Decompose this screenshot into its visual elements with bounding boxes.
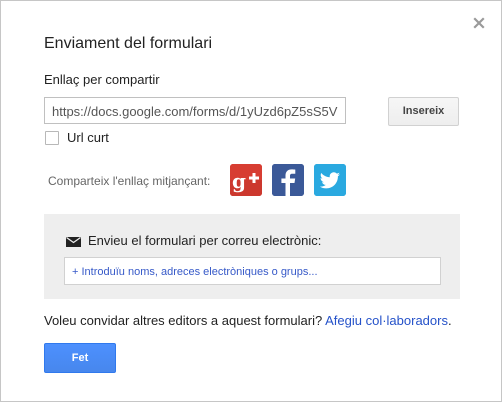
done-button[interactable]: Fet bbox=[44, 343, 116, 373]
invite-question: Voleu convidar altres editors a aquest f… bbox=[44, 313, 323, 328]
invite-editors-text: Voleu convidar altres editors a aquest f… bbox=[44, 313, 452, 328]
mail-icon bbox=[66, 237, 81, 247]
share-form-dialog: Enviament del formulari Enllaç per compa… bbox=[0, 0, 502, 402]
email-share-panel: Envieu el formulari per correu electròni… bbox=[44, 214, 460, 299]
insert-button[interactable]: Insereix bbox=[388, 97, 459, 126]
add-collaborators-link[interactable]: Afegiu col·laboradors bbox=[325, 313, 448, 328]
google-plus-icon[interactable]: g bbox=[230, 164, 262, 196]
share-link-label: Enllaç per compartir bbox=[44, 72, 160, 87]
recipients-input[interactable]: + Introduïu noms, adreces electròniques … bbox=[64, 257, 441, 285]
share-url-field[interactable]: https://docs.google.com/forms/d/1yUzd6pZ… bbox=[44, 97, 346, 124]
dialog-title: Enviament del formulari bbox=[44, 35, 213, 52]
short-url-checkbox[interactable] bbox=[45, 131, 59, 145]
svg-text:g: g bbox=[232, 169, 246, 193]
invite-suffix: . bbox=[447, 313, 452, 328]
close-icon[interactable] bbox=[471, 15, 487, 31]
share-via-label: Comparteix l'enllaç mitjançant: bbox=[48, 174, 211, 188]
email-share-label: Envieu el formulari per correu electròni… bbox=[88, 233, 322, 248]
twitter-icon[interactable] bbox=[314, 164, 346, 196]
facebook-icon[interactable] bbox=[272, 164, 304, 196]
short-url-label: Url curt bbox=[67, 130, 109, 145]
